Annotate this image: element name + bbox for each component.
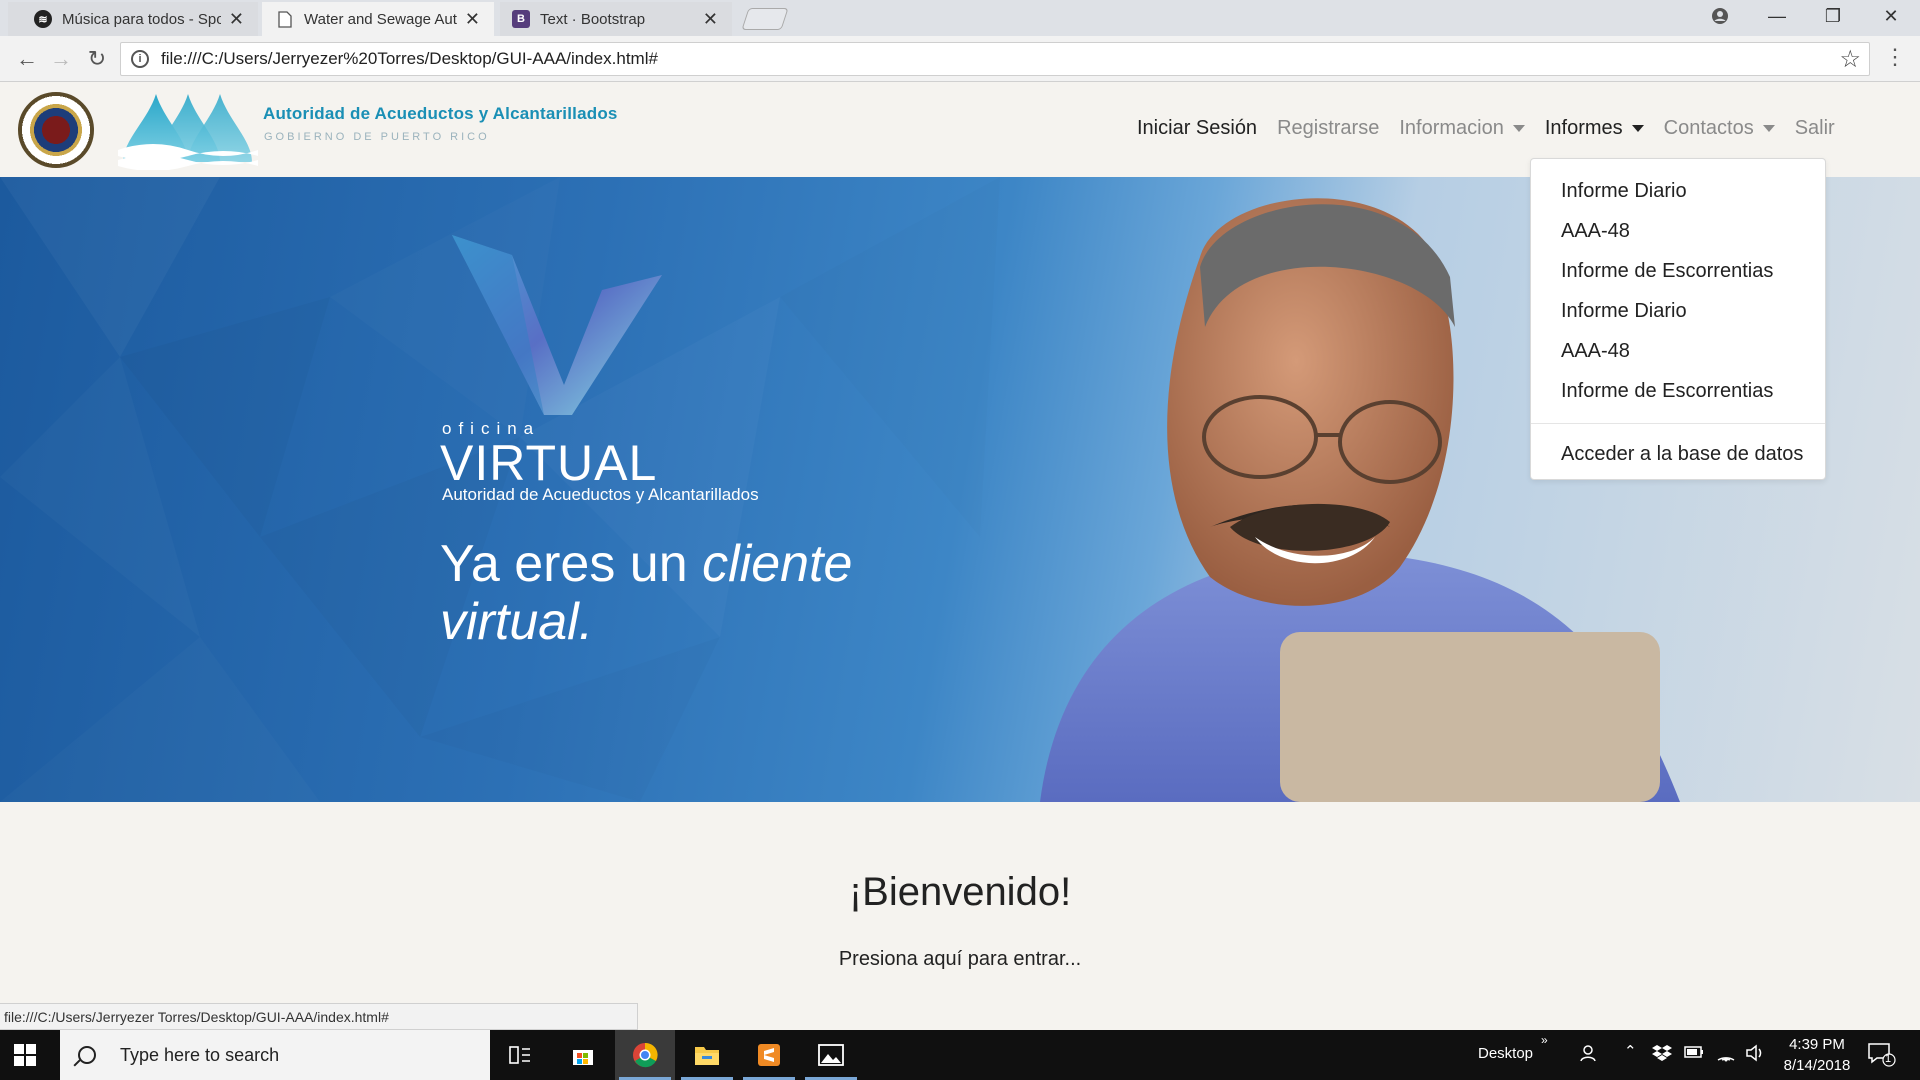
browser-menu-icon[interactable]: ⋮ xyxy=(1884,44,1906,70)
desktop-toolbar-label[interactable]: Desktop xyxy=(1478,1045,1533,1062)
nav-label: Informacion xyxy=(1399,117,1504,139)
notification-count: 1 xyxy=(1885,1053,1892,1065)
caret-down-icon xyxy=(1762,125,1775,132)
new-tab-button[interactable] xyxy=(741,8,789,30)
nav-label: Registrarse xyxy=(1277,117,1380,139)
main-menu: Iniciar Sesión Registrarse Informacion I… xyxy=(1137,117,1855,140)
clock-date: 8/14/2018 xyxy=(1783,1057,1851,1074)
tab-strip: ≋ Música para todos - Spotify ✕ Water an… xyxy=(0,0,1920,36)
search-placeholder: Type here to search xyxy=(120,1044,280,1065)
dropdown-item-informe-diario[interactable]: Informe Diario xyxy=(1531,171,1825,211)
enter-link[interactable]: Presiona aquí para entrar... xyxy=(0,948,1920,971)
hero-subtitle: Autoridad de Acueductos y Alcantarillado… xyxy=(442,485,759,504)
windows-start-icon[interactable] xyxy=(14,1044,36,1066)
page-icon xyxy=(276,10,294,28)
sublime-text-icon[interactable] xyxy=(739,1030,799,1080)
wifi-icon[interactable] xyxy=(1716,1044,1736,1066)
close-window-icon[interactable]: ✕ xyxy=(1866,0,1916,32)
puerto-rico-seal-logo[interactable] xyxy=(18,92,94,168)
nav-informes[interactable]: Informes xyxy=(1545,117,1644,140)
profile-icon[interactable] xyxy=(1695,0,1745,32)
tab-title: Música para todos - Spotify xyxy=(62,10,221,28)
chevron-up-icon[interactable]: ⌃ xyxy=(1624,1042,1637,1060)
people-icon[interactable] xyxy=(1580,1043,1600,1067)
tagline-plain: Ya eres un xyxy=(440,535,703,593)
bookmark-star-icon[interactable]: ☆ xyxy=(1839,45,1861,74)
caret-down-icon xyxy=(1512,125,1525,132)
dropdown-item-aaa-48[interactable]: AAA-48 xyxy=(1531,331,1825,371)
aaa-water-drops-logo[interactable] xyxy=(118,90,258,170)
status-bar-url: file:///C:/Users/Jerryezer Torres/Deskto… xyxy=(0,1003,638,1030)
brand-subtitle: GOBIERNO DE PUERTO RICO xyxy=(264,131,490,143)
dropdown-item-aaa-48[interactable]: AAA-48 xyxy=(1531,211,1825,251)
nav-label: Iniciar Sesión xyxy=(1137,117,1258,139)
minimize-icon[interactable]: — xyxy=(1752,0,1802,32)
tab-title: Text · Bootstrap xyxy=(540,10,646,28)
nav-label: Salir xyxy=(1794,117,1835,139)
brand-title[interactable]: Autoridad de Acueductos y Alcantarillado… xyxy=(263,104,618,124)
tab-spotify[interactable]: ≋ Música para todos - Spotify ✕ xyxy=(8,2,258,36)
welcome-heading: ¡Bienvenido! xyxy=(848,870,1072,914)
clock-time: 4:39 PM xyxy=(1789,1036,1845,1053)
chrome-icon[interactable] xyxy=(615,1030,675,1080)
windows-taskbar: Type here to search Desktop » ⌃ 4:39 PM … xyxy=(0,1030,1920,1080)
tab-bootstrap[interactable]: B Text · Bootstrap ✕ xyxy=(500,2,732,36)
close-tab-icon[interactable]: ✕ xyxy=(229,9,244,30)
taskbar-clock[interactable]: 4:39 PM 8/14/2018 xyxy=(1772,1034,1862,1076)
hero-tagline: Ya eres un cliente virtual. xyxy=(440,535,900,651)
dropdown-item-acceder-base-datos[interactable]: Acceder a la base de datos xyxy=(1531,434,1825,474)
bootstrap-icon: B xyxy=(512,10,530,28)
spotify-icon: ≋ xyxy=(34,10,52,28)
nav-label: Contactos xyxy=(1663,117,1754,139)
nav-registrarse[interactable]: Registrarse xyxy=(1277,117,1379,140)
restore-icon[interactable]: ❐ xyxy=(1808,0,1858,32)
back-icon[interactable]: ← xyxy=(12,44,42,74)
file-explorer-icon[interactable] xyxy=(677,1030,737,1080)
photos-icon[interactable] xyxy=(801,1030,861,1080)
tab-title: Water and Sewage Authority xyxy=(304,10,457,28)
reload-icon[interactable]: ↻ xyxy=(82,44,112,74)
chevron-right-icon[interactable]: » xyxy=(1541,1033,1548,1047)
store-icon[interactable] xyxy=(553,1030,613,1080)
informes-dropdown-menu: Informe Diario AAA-48 Informe de Escorre… xyxy=(1530,158,1826,480)
taskbar-search-box[interactable]: Type here to search xyxy=(60,1030,490,1080)
nav-informacion[interactable]: Informacion xyxy=(1399,117,1525,140)
address-bar[interactable]: i file:///C:/Users/Jerryezer%20Torres/De… xyxy=(120,42,1870,76)
close-tab-icon[interactable]: ✕ xyxy=(703,9,718,30)
battery-icon[interactable] xyxy=(1684,1045,1704,1063)
caret-down-icon xyxy=(1631,125,1644,132)
close-tab-icon[interactable]: ✕ xyxy=(465,9,480,30)
nav-iniciar-sesion[interactable]: Iniciar Sesión xyxy=(1137,117,1257,140)
nav-label: Informes xyxy=(1544,117,1623,139)
volume-icon[interactable] xyxy=(1745,1044,1765,1066)
oficina-virtual-v-logo xyxy=(452,235,662,415)
dropdown-item-informe-diario[interactable]: Informe Diario xyxy=(1531,291,1825,331)
hero-virtual-text: VIRTUAL xyxy=(440,435,658,491)
dropbox-icon[interactable] xyxy=(1652,1044,1672,1066)
nav-salir[interactable]: Salir xyxy=(1795,117,1835,140)
action-center-icon[interactable]: 1 xyxy=(1868,1042,1896,1072)
info-icon[interactable]: i xyxy=(131,50,149,68)
nav-contactos[interactable]: Contactos xyxy=(1664,117,1775,140)
task-view-icon[interactable] xyxy=(490,1030,550,1080)
url-text: file:///C:/Users/Jerryezer%20Torres/Desk… xyxy=(161,49,658,68)
search-icon xyxy=(78,1046,96,1064)
forward-icon[interactable]: → xyxy=(46,44,76,74)
dropdown-item-informe-escorrentias[interactable]: Informe de Escorrentias xyxy=(1531,251,1825,291)
tab-water-sewage[interactable]: Water and Sewage Authority ✕ xyxy=(262,2,494,36)
dropdown-divider xyxy=(1531,423,1825,424)
browser-toolbar: ← → ↻ i file:///C:/Users/Jerryezer%20Tor… xyxy=(0,36,1920,82)
dropdown-item-informe-escorrentias[interactable]: Informe de Escorrentias xyxy=(1531,371,1825,411)
